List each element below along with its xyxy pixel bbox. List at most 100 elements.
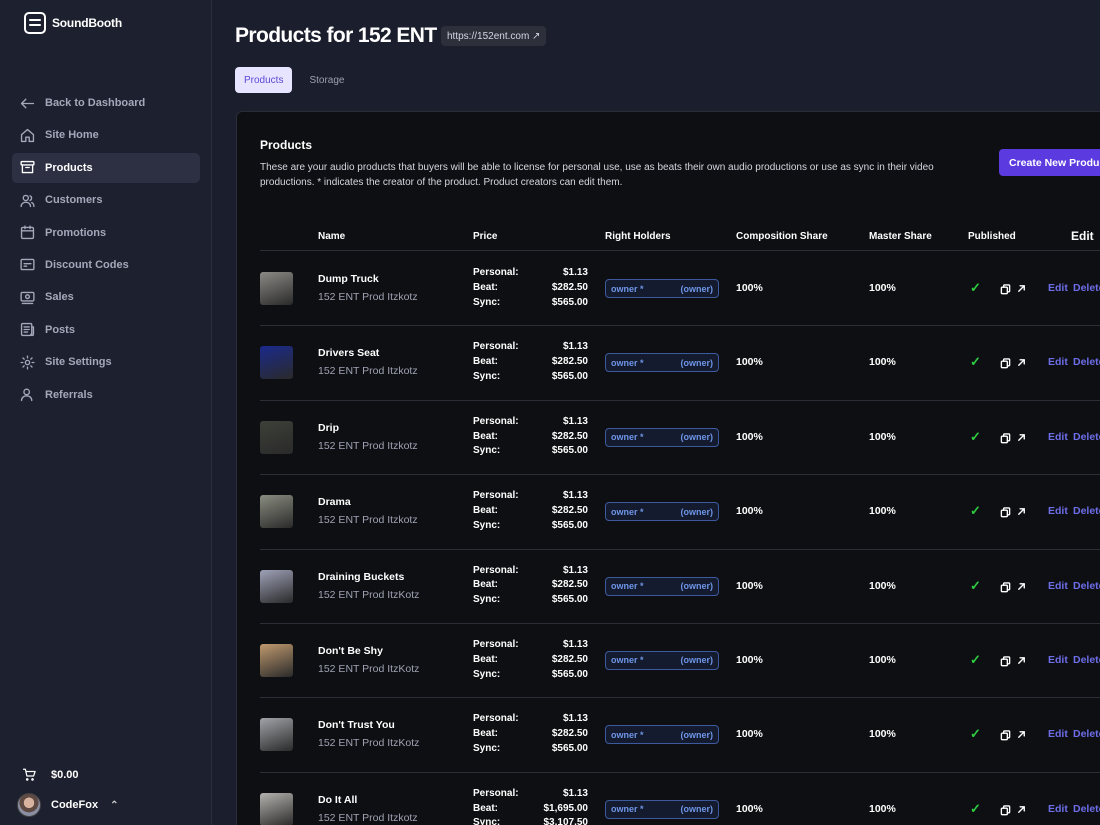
user-name: CodeFox: [51, 799, 99, 811]
price-label-beat: Beat:: [473, 579, 499, 591]
sidebar-item-label: Site Home: [45, 129, 99, 142]
product-thumbnail: [260, 346, 293, 380]
edit-button[interactable]: Edit: [1048, 356, 1068, 368]
cart[interactable]: $0.00: [22, 767, 79, 782]
price-label-beat: Beat:: [473, 430, 499, 442]
product-thumbnail: [260, 420, 293, 454]
tab-products[interactable]: Products: [235, 67, 293, 93]
price-label-personal: Personal:: [473, 564, 519, 576]
product-price: Personal: $1.13 Beat: $282.50 Sync: $565.00: [473, 638, 588, 682]
product-name: Dump Truck: [318, 273, 379, 285]
product-table-body: Dump Truck 152 ENT Prod Itzkotz Personal…: [260, 252, 1100, 825]
product-creator: 152 ENT Prod ItzKotz: [318, 662, 420, 675]
price-beat: $282.50: [551, 728, 588, 740]
sidebar-item-label: Sales: [45, 291, 74, 304]
sidebar-item-posts[interactable]: Posts: [12, 315, 200, 345]
cart-total: $0.00: [51, 768, 79, 781]
right-holder-name: owner *: [611, 729, 644, 740]
copy-icon[interactable]: [1000, 654, 1011, 672]
external-link-icon[interactable]: [1016, 281, 1027, 299]
external-link-icon[interactable]: [1016, 430, 1027, 448]
sidebar-item-sales[interactable]: Sales: [12, 282, 200, 312]
product-price: Personal: $1.13 Beat: $282.50 Sync: $565.00: [473, 266, 588, 310]
sidebar-item-discount-codes[interactable]: Discount Codes: [12, 250, 200, 280]
price-label-beat: Beat:: [473, 281, 499, 293]
external-link-icon[interactable]: [1016, 355, 1027, 373]
logo[interactable]: SoundBooth: [24, 12, 122, 34]
sidebar-item-customers[interactable]: Customers: [12, 185, 200, 215]
copy-icon[interactable]: [1000, 356, 1011, 374]
delete-button[interactable]: Delete: [1073, 505, 1100, 517]
edit-button[interactable]: Edit: [1048, 728, 1068, 740]
right-holder-role: (owner): [680, 655, 714, 666]
edit-button[interactable]: Edit: [1048, 803, 1068, 815]
delete-button[interactable]: Delete: [1073, 431, 1100, 443]
copy-icon[interactable]: [1000, 728, 1011, 746]
edit-button[interactable]: Edit: [1048, 282, 1068, 294]
composition-share: 100%: [736, 430, 763, 443]
price-label-sync: Sync:: [473, 742, 501, 754]
sidebar-item-promotions[interactable]: Promotions: [12, 218, 200, 248]
sidebar-item-products[interactable]: Products: [12, 152, 200, 183]
delete-button[interactable]: Delete: [1073, 580, 1100, 592]
gear-icon: [18, 353, 36, 371]
price-sync: $565.00: [551, 370, 588, 382]
copy-icon[interactable]: [1000, 803, 1011, 821]
price-label-personal: Personal:: [473, 267, 519, 278]
sidebar-item-back-to-dashboard[interactable]: Back to Dashboard: [12, 88, 200, 118]
published-check-icon: ✓: [970, 354, 981, 370]
edit-button[interactable]: Edit: [1048, 431, 1068, 443]
price-label-beat: Beat:: [473, 802, 499, 814]
delete-button[interactable]: Delete: [1073, 654, 1100, 666]
external-link-icon[interactable]: [1016, 504, 1027, 522]
page-title: Products for 152 ENT: [235, 24, 437, 47]
composition-share: 100%: [736, 579, 763, 592]
external-link-icon[interactable]: [1016, 727, 1027, 745]
copy-icon[interactable]: [1000, 505, 1011, 523]
price-label-sync: Sync:: [473, 296, 501, 308]
price-beat: $282.50: [551, 653, 588, 665]
sidebar-item-referrals[interactable]: Referrals: [12, 380, 200, 410]
product-thumbnail: [260, 792, 293, 825]
external-link-icon[interactable]: [1016, 579, 1027, 597]
users-icon: [18, 191, 36, 209]
delete-button[interactable]: Delete: [1073, 803, 1100, 815]
price-label-sync: Sync:: [473, 519, 501, 531]
external-link-icon[interactable]: [1016, 653, 1027, 671]
sidebar-item-label: Back to Dashboard: [45, 97, 146, 109]
create-new-product-button[interactable]: Create New Product: [999, 149, 1100, 176]
logo-icon: [24, 12, 46, 34]
right-holder-role: (owner): [680, 357, 714, 368]
edit-button[interactable]: Edit: [1048, 654, 1068, 666]
published-check-icon: ✓: [970, 651, 981, 667]
column-header-edit: Edit: [1071, 229, 1094, 243]
column-header-master-share: Master Share: [869, 231, 932, 242]
master-share: 100%: [869, 728, 896, 741]
price-sync: $565.00: [551, 296, 588, 308]
edit-button[interactable]: Edit: [1048, 505, 1068, 517]
copy-icon[interactable]: [1000, 580, 1011, 598]
product-creator: 152 ENT Prod Itzkotz: [318, 291, 418, 303]
delete-button[interactable]: Delete: [1073, 282, 1100, 294]
site-url-link[interactable]: https://152ent.com ↗: [441, 26, 547, 46]
master-share: 100%: [869, 505, 896, 518]
published-check-icon: ✓: [970, 726, 981, 742]
section-title: Products: [260, 138, 313, 152]
delete-button[interactable]: Delete: [1073, 728, 1100, 740]
ticket-icon: [18, 256, 36, 274]
arrow-left-icon: [18, 94, 36, 112]
sidebar-item-label: Products: [45, 161, 93, 174]
right-holder-badge: owner * (owner): [605, 279, 719, 298]
tab-storage[interactable]: Storage: [300, 67, 353, 93]
external-link-icon[interactable]: [1016, 802, 1027, 820]
price-label-beat: Beat:: [473, 504, 499, 516]
delete-button[interactable]: Delete: [1073, 356, 1100, 368]
copy-icon[interactable]: [1000, 431, 1011, 449]
edit-button[interactable]: Edit: [1048, 580, 1068, 592]
sidebar-item-site-settings[interactable]: Site Settings: [12, 347, 200, 377]
sidebar-item-site-home[interactable]: Site Home: [12, 120, 200, 150]
product-name: Do It All: [318, 793, 358, 806]
copy-icon[interactable]: [1000, 282, 1011, 300]
user-menu[interactable]: CodeFox ⌃: [17, 793, 118, 817]
price-personal: $1.13: [562, 341, 588, 353]
